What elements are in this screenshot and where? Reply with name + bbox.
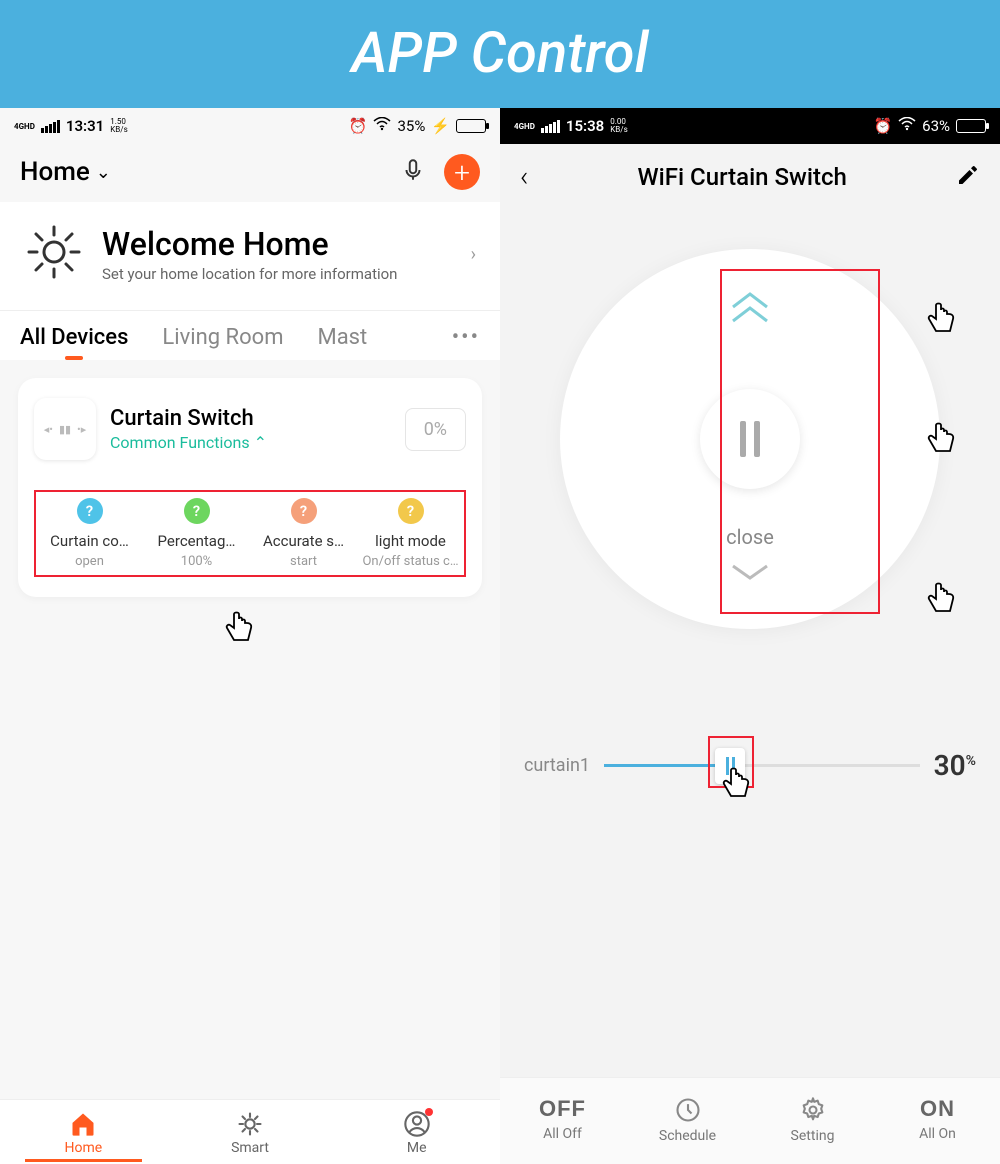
function-percentage[interactable]: ?Percentag…100%	[143, 498, 250, 569]
schedule-button[interactable]: Schedule	[625, 1096, 750, 1144]
highlight-box	[708, 736, 754, 788]
room-tabs: All Devices Living Room Mast •••	[0, 311, 500, 360]
battery-icon	[956, 119, 986, 133]
add-button[interactable]: +	[444, 154, 480, 190]
network-label: 4GHD	[514, 122, 535, 131]
chevron-right-icon: ›	[471, 244, 476, 265]
nav-smart[interactable]: Smart	[167, 1100, 334, 1164]
mic-icon[interactable]	[400, 157, 426, 187]
alarm-icon: ⏰	[873, 117, 892, 135]
function-curtain-control[interactable]: ?Curtain co…open	[36, 498, 143, 569]
tap-hand-icon	[920, 299, 960, 339]
tap-hand-icon	[920, 579, 960, 619]
status-bar: 4GHD 15:38 0.00KB/s ⏰ 63%	[500, 108, 1000, 144]
welcome-title: Welcome Home	[102, 225, 471, 263]
all-on-button[interactable]: ONAll On	[875, 1096, 1000, 1144]
all-off-button[interactable]: OFFAll Off	[500, 1096, 625, 1144]
home-dropdown[interactable]: Home ⌄	[20, 157, 111, 187]
battery-percent: 35%	[397, 117, 425, 135]
status-time: 13:31	[66, 117, 104, 135]
signal-icon	[41, 120, 60, 133]
setting-button[interactable]: Setting	[750, 1096, 875, 1144]
function-light-mode[interactable]: ?light modeOn/off status c…	[357, 498, 464, 569]
network-label: 4GHD	[14, 122, 35, 131]
device-card[interactable]: ◂•▮▮•▸ Curtain Switch Common Functions⌃ …	[18, 378, 482, 597]
highlight-box	[720, 269, 880, 614]
charging-icon: ⚡	[431, 117, 450, 135]
battery-icon	[456, 119, 486, 133]
signal-icon	[541, 120, 560, 133]
chevron-down-icon: ⌄	[96, 162, 111, 183]
bottom-nav: Home Smart Me	[0, 1099, 500, 1164]
welcome-sub: Set your home location for more informat…	[102, 265, 471, 283]
functions-row: ?Curtain co…open ?Percentag…100% ?Accura…	[34, 490, 466, 577]
chevron-up-icon: ⌃	[254, 433, 267, 452]
notification-dot-icon	[425, 1108, 433, 1116]
tab-all-devices[interactable]: All Devices	[20, 325, 128, 350]
home-screen: 4GHD 13:31 1.50KB/s ⏰ 35% ⚡ Home ⌄ +	[0, 108, 500, 1164]
status-bar: 4GHD 13:31 1.50KB/s ⏰ 35% ⚡	[0, 108, 500, 144]
alarm-icon: ⏰	[349, 117, 368, 135]
page-title: WiFi Curtain Switch	[638, 163, 847, 191]
edit-icon[interactable]	[956, 163, 980, 191]
device-thumbnail: ◂•▮▮•▸	[34, 398, 96, 460]
slider-percent: 30%	[934, 749, 976, 782]
tap-hand-icon	[218, 608, 258, 648]
tab-living-room[interactable]: Living Room	[162, 325, 283, 350]
wifi-icon	[373, 117, 391, 135]
function-accurate[interactable]: ?Accurate s…start	[250, 498, 357, 569]
nav-home[interactable]: Home	[0, 1100, 167, 1164]
percent-badge[interactable]: 0%	[405, 408, 466, 451]
back-button[interactable]: ‹	[520, 160, 528, 193]
slider-label: curtain1	[524, 755, 590, 776]
wifi-icon	[898, 117, 916, 135]
more-tabs-icon[interactable]: •••	[452, 325, 480, 350]
bottom-actions: OFFAll Off Schedule Setting ONAll On	[500, 1077, 1000, 1164]
curtain-slider[interactable]	[604, 764, 920, 767]
tab-master[interactable]: Mast	[318, 325, 368, 350]
device-title: Curtain Switch	[110, 406, 405, 431]
nav-me[interactable]: Me	[333, 1100, 500, 1164]
status-time: 15:38	[566, 117, 604, 135]
sun-icon	[24, 222, 84, 286]
banner-title: APP Control	[0, 0, 1000, 108]
battery-percent: 63%	[922, 117, 950, 135]
weather-card[interactable]: Welcome Home Set your home location for …	[0, 202, 500, 311]
device-control-screen: 4GHD 15:38 0.00KB/s ⏰ 63% ‹ WiFi Curtain…	[500, 108, 1000, 1164]
common-functions-toggle[interactable]: Common Functions⌃	[110, 433, 405, 452]
